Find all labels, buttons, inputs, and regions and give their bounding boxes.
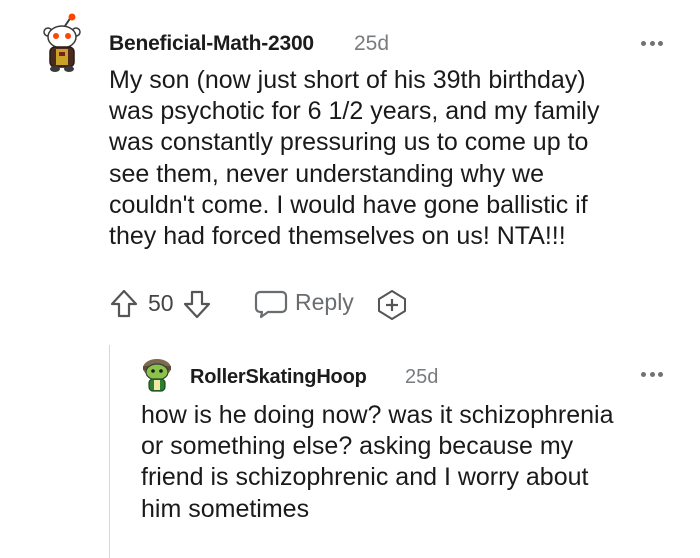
- more-dot-icon: [658, 371, 663, 377]
- comment-more-options-button[interactable]: [641, 37, 663, 49]
- reply-timestamp[interactable]: 25d: [405, 366, 438, 389]
- comment-timestamp[interactable]: 25d: [354, 32, 389, 56]
- vote-count: 50: [148, 290, 174, 316]
- snoo-avatar-icon: [43, 13, 81, 72]
- user-avatar[interactable]: [38, 12, 88, 74]
- award-plus-icon[interactable]: [375, 288, 409, 322]
- comment-line: they had forced themselves on us! NTA!!!: [109, 222, 566, 251]
- reply-user-avatar[interactable]: [139, 356, 175, 394]
- reply-line: or something else? asking because my: [141, 432, 574, 461]
- comment-line: My son (now just short of his 39th birth…: [109, 66, 586, 94]
- reply-line: how is he doing now? was it schizophreni…: [141, 401, 614, 429]
- more-dot-icon: [658, 40, 663, 46]
- reply-more-options-button[interactable]: [641, 368, 663, 380]
- more-dot-icon: [641, 40, 646, 46]
- speech-bubble-icon: [254, 290, 288, 319]
- reply-line: him sometimes: [141, 494, 310, 523]
- snoo-avatar-icon: [143, 359, 171, 392]
- downvote-arrow-icon[interactable]: [182, 288, 212, 320]
- reply-body: how is he doing now? was it schizophreni…: [141, 400, 681, 525]
- reply-thread-line[interactable]: [109, 345, 110, 558]
- comment-line: was constantly pressuring us to come up …: [109, 128, 589, 157]
- comment-line: see them, never understanding why we: [109, 159, 544, 188]
- comment-line: was psychotic for 6 1/2 years, and my fa…: [109, 97, 600, 126]
- reply-line: friend is schizophrenic and I worry abou…: [141, 463, 589, 492]
- reply-username[interactable]: RollerSkatingHoop: [190, 366, 367, 389]
- more-dot-icon: [649, 371, 655, 377]
- comment-body: My son (now just short of his 39th birth…: [109, 65, 684, 252]
- comment-line: couldn't come. I would have gone ballist…: [109, 190, 588, 219]
- more-dot-icon: [649, 40, 655, 46]
- upvote-arrow-icon[interactable]: [109, 288, 139, 320]
- more-dot-icon: [641, 371, 646, 377]
- comment-username[interactable]: Beneficial-Math-2300: [109, 32, 314, 56]
- reply-button-label[interactable]: Reply: [295, 289, 354, 316]
